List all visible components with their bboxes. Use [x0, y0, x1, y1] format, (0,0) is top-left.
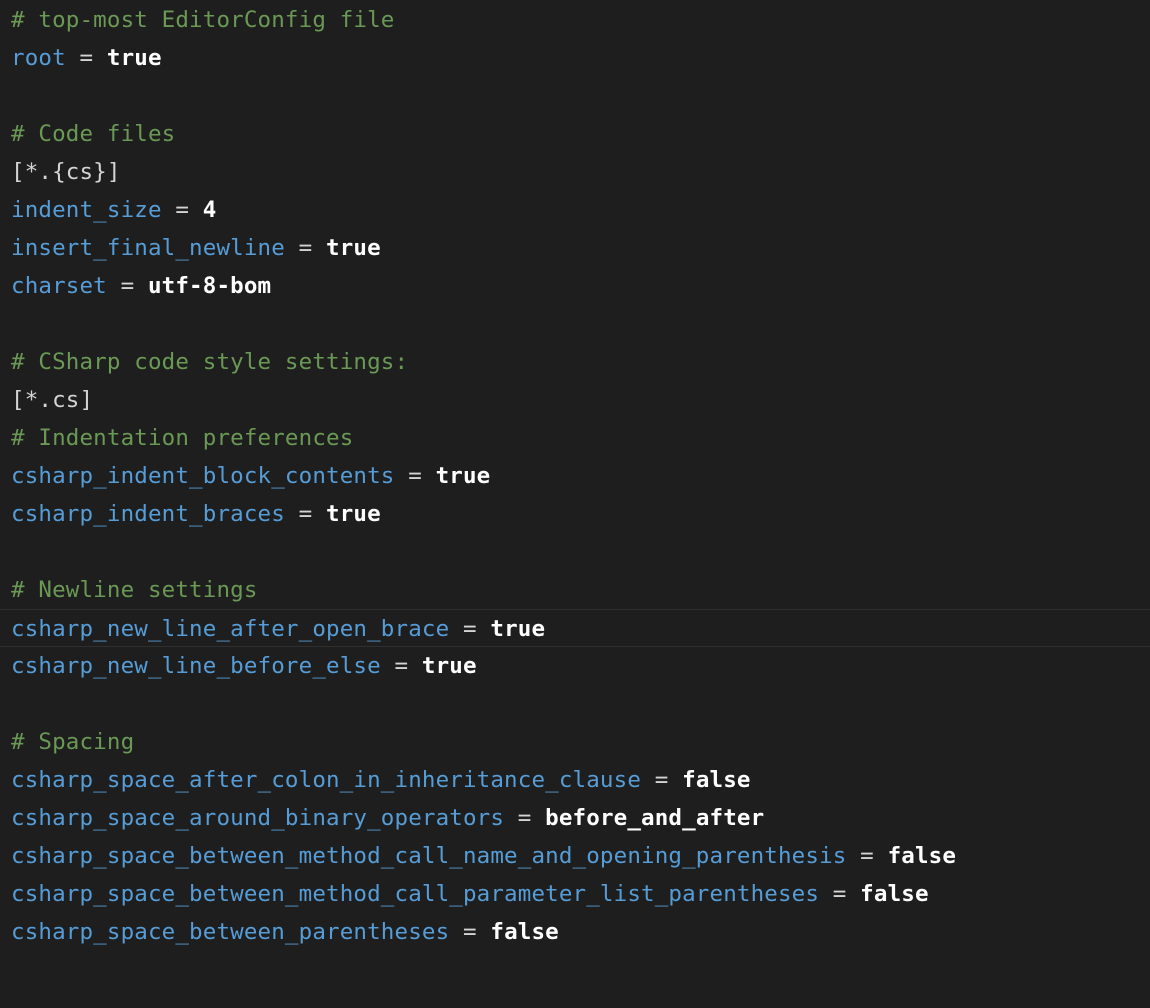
code-editor[interactable]: # top-most EditorConfig file root = true #…: [0, 0, 1150, 1008]
property-value: false: [682, 767, 751, 793]
code-line[interactable]: csharp_indent_braces = true: [0, 495, 1150, 533]
assignment-operator: =: [819, 881, 861, 907]
comment-text: # CSharp code style settings:: [11, 349, 409, 375]
assignment-operator: =: [284, 235, 327, 261]
comment-text: # Newline settings: [11, 577, 258, 603]
assignment-operator: =: [846, 843, 888, 869]
code-line[interactable]: root = true: [0, 39, 1150, 77]
assignment-operator: =: [161, 197, 203, 223]
code-line[interactable]: csharp_space_between_method_call_name_an…: [0, 837, 1150, 875]
property-value: utf-8-bom: [147, 273, 272, 299]
property-key: csharp_new_line_before_else: [11, 653, 381, 679]
property-value: true: [326, 501, 381, 527]
assignment-operator: =: [449, 919, 491, 945]
assignment-operator: =: [641, 767, 683, 793]
code-line-blank[interactable]: [0, 77, 1150, 115]
property-value: 4: [202, 197, 217, 223]
property-value: false: [887, 843, 957, 869]
property-key: insert_final_newline: [11, 235, 285, 261]
property-key: indent_size: [11, 197, 162, 223]
property-value: true: [421, 653, 477, 679]
property-value: true: [326, 235, 381, 261]
property-key: csharp_space_after_colon_in_inheritance_…: [11, 767, 642, 793]
assignment-operator: =: [106, 273, 148, 299]
property-key: charset: [11, 273, 107, 299]
code-line-blank[interactable]: [0, 305, 1150, 343]
section-header: [*.cs]: [11, 387, 94, 413]
property-value: true: [490, 616, 546, 642]
property-value: true: [435, 463, 491, 489]
assignment-operator: =: [504, 805, 546, 831]
section-header: [*.{cs}]: [11, 159, 121, 185]
code-line[interactable]: indent_size = 4: [0, 191, 1150, 229]
code-line[interactable]: # Code files: [0, 115, 1150, 153]
comment-text: # Indentation preferences: [11, 425, 354, 451]
property-key: root: [11, 45, 66, 71]
property-key: csharp_indent_braces: [11, 501, 285, 527]
code-line[interactable]: [*.cs]: [0, 381, 1150, 419]
code-line[interactable]: csharp_space_between_method_call_paramet…: [0, 875, 1150, 913]
property-value: before_and_after: [545, 805, 765, 831]
code-line-blank[interactable]: [0, 685, 1150, 723]
code-line[interactable]: csharp_new_line_before_else = true: [0, 647, 1150, 685]
property-key: csharp_indent_block_contents: [11, 463, 395, 489]
code-line[interactable]: csharp_space_between_parentheses = false: [0, 913, 1150, 951]
property-key: csharp_space_around_binary_operators: [11, 805, 505, 831]
code-line[interactable]: csharp_indent_block_contents = true: [0, 457, 1150, 495]
code-line[interactable]: [*.{cs}]: [0, 153, 1150, 191]
property-value: false: [860, 881, 929, 907]
code-line-current[interactable]: csharp_new_line_after_open_brace = true: [0, 609, 1150, 647]
assignment-operator: =: [449, 616, 491, 642]
code-line-blank[interactable]: [0, 533, 1150, 571]
property-value: true: [106, 45, 162, 71]
code-line[interactable]: csharp_space_after_colon_in_inheritance_…: [0, 761, 1150, 799]
assignment-operator: =: [380, 653, 422, 679]
code-line[interactable]: # top-most EditorConfig file: [0, 1, 1150, 39]
assignment-operator: =: [284, 501, 327, 527]
code-line[interactable]: insert_final_newline = true: [0, 229, 1150, 267]
property-key: csharp_space_between_method_call_name_an…: [11, 843, 847, 869]
code-line[interactable]: # Indentation preferences: [0, 419, 1150, 457]
comment-text: # top-most EditorConfig file: [11, 7, 395, 33]
code-line[interactable]: # CSharp code style settings:: [0, 343, 1150, 381]
code-line[interactable]: charset = utf-8-bom: [0, 267, 1150, 305]
assignment-operator: =: [65, 45, 107, 71]
comment-text: # Spacing: [11, 729, 135, 755]
property-value: false: [490, 919, 559, 945]
assignment-operator: =: [394, 463, 436, 489]
property-key: csharp_new_line_after_open_brace: [11, 616, 450, 642]
property-key: csharp_space_between_parentheses: [11, 919, 450, 945]
code-line[interactable]: csharp_space_around_binary_operators = b…: [0, 799, 1150, 837]
comment-text: # Code files: [11, 121, 176, 147]
property-key: csharp_space_between_method_call_paramet…: [11, 881, 820, 907]
code-line[interactable]: # Newline settings: [0, 571, 1150, 609]
code-line[interactable]: # Spacing: [0, 723, 1150, 761]
